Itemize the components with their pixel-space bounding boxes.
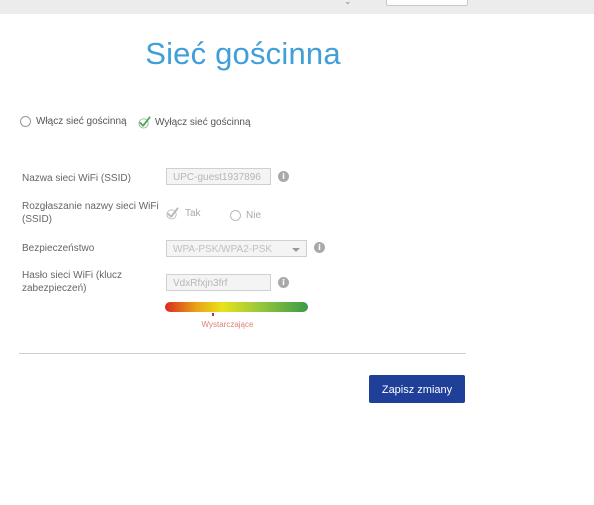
password-strength-bar <box>165 302 308 312</box>
broadcast-label: Rozgłaszanie nazwy sieci WiFi (SSID) <box>22 200 159 226</box>
ssid-info-icon[interactable]: i <box>278 171 289 182</box>
ssid-input[interactable]: UPC-guest1937896 <box>166 168 271 185</box>
radio-checked-icon[interactable] <box>138 116 151 129</box>
chevron-down-icon <box>292 248 300 252</box>
security-value: WPA-PSK/WPA2-PSK <box>173 244 273 255</box>
save-button[interactable]: Zapisz zmiany <box>369 375 465 403</box>
ssid-label: Nazwa sieci WiFi (SSID) <box>22 173 131 184</box>
top-bar: ⌄ <box>0 0 594 14</box>
disable-guest-radio[interactable]: Wyłącz sieć gościnną <box>138 116 251 129</box>
chevron-down-icon: ⌄ <box>344 0 352 6</box>
radio-circle-icon[interactable] <box>230 210 241 221</box>
divider <box>19 353 466 354</box>
security-select[interactable]: WPA-PSK/WPA2-PSK <box>166 240 307 257</box>
security-label: Bezpieczeństwo <box>22 243 95 254</box>
password-label-line1: Hasło sieci WiFi (klucz <box>22 270 123 281</box>
radio-circle-icon[interactable] <box>20 116 31 127</box>
broadcast-no-radio[interactable]: Nie <box>230 210 261 221</box>
broadcast-label-line2: (SSID) <box>22 214 52 225</box>
password-label-line2: zabezpieczeń) <box>22 283 87 294</box>
password-label: Hasło sieci WiFi (klucz zabezpieczeń) <box>22 269 122 295</box>
broadcast-no-label: Nie <box>246 210 262 221</box>
password-input[interactable]: VdxRfxjn3frf <box>166 274 271 291</box>
disable-guest-label: Wyłącz sieć gościnną <box>155 117 251 128</box>
enable-guest-label: Włącz sieć gościnną <box>36 116 127 127</box>
security-info-icon[interactable]: i <box>314 242 325 253</box>
top-select[interactable] <box>386 0 468 6</box>
broadcast-yes-radio[interactable]: Tak <box>166 207 201 220</box>
broadcast-label-line1: Rozgłaszanie nazwy sieci WiFi <box>22 201 159 212</box>
broadcast-yes-label: Tak <box>185 208 201 219</box>
password-info-icon[interactable]: i <box>278 277 289 288</box>
enable-guest-radio[interactable]: Włącz sieć gościnną <box>20 116 127 127</box>
strength-label: Wystarczające <box>201 320 254 329</box>
page-title: Sieć gościnna <box>145 36 341 71</box>
radio-checked-icon[interactable] <box>166 207 179 220</box>
strength-marker <box>212 313 215 316</box>
